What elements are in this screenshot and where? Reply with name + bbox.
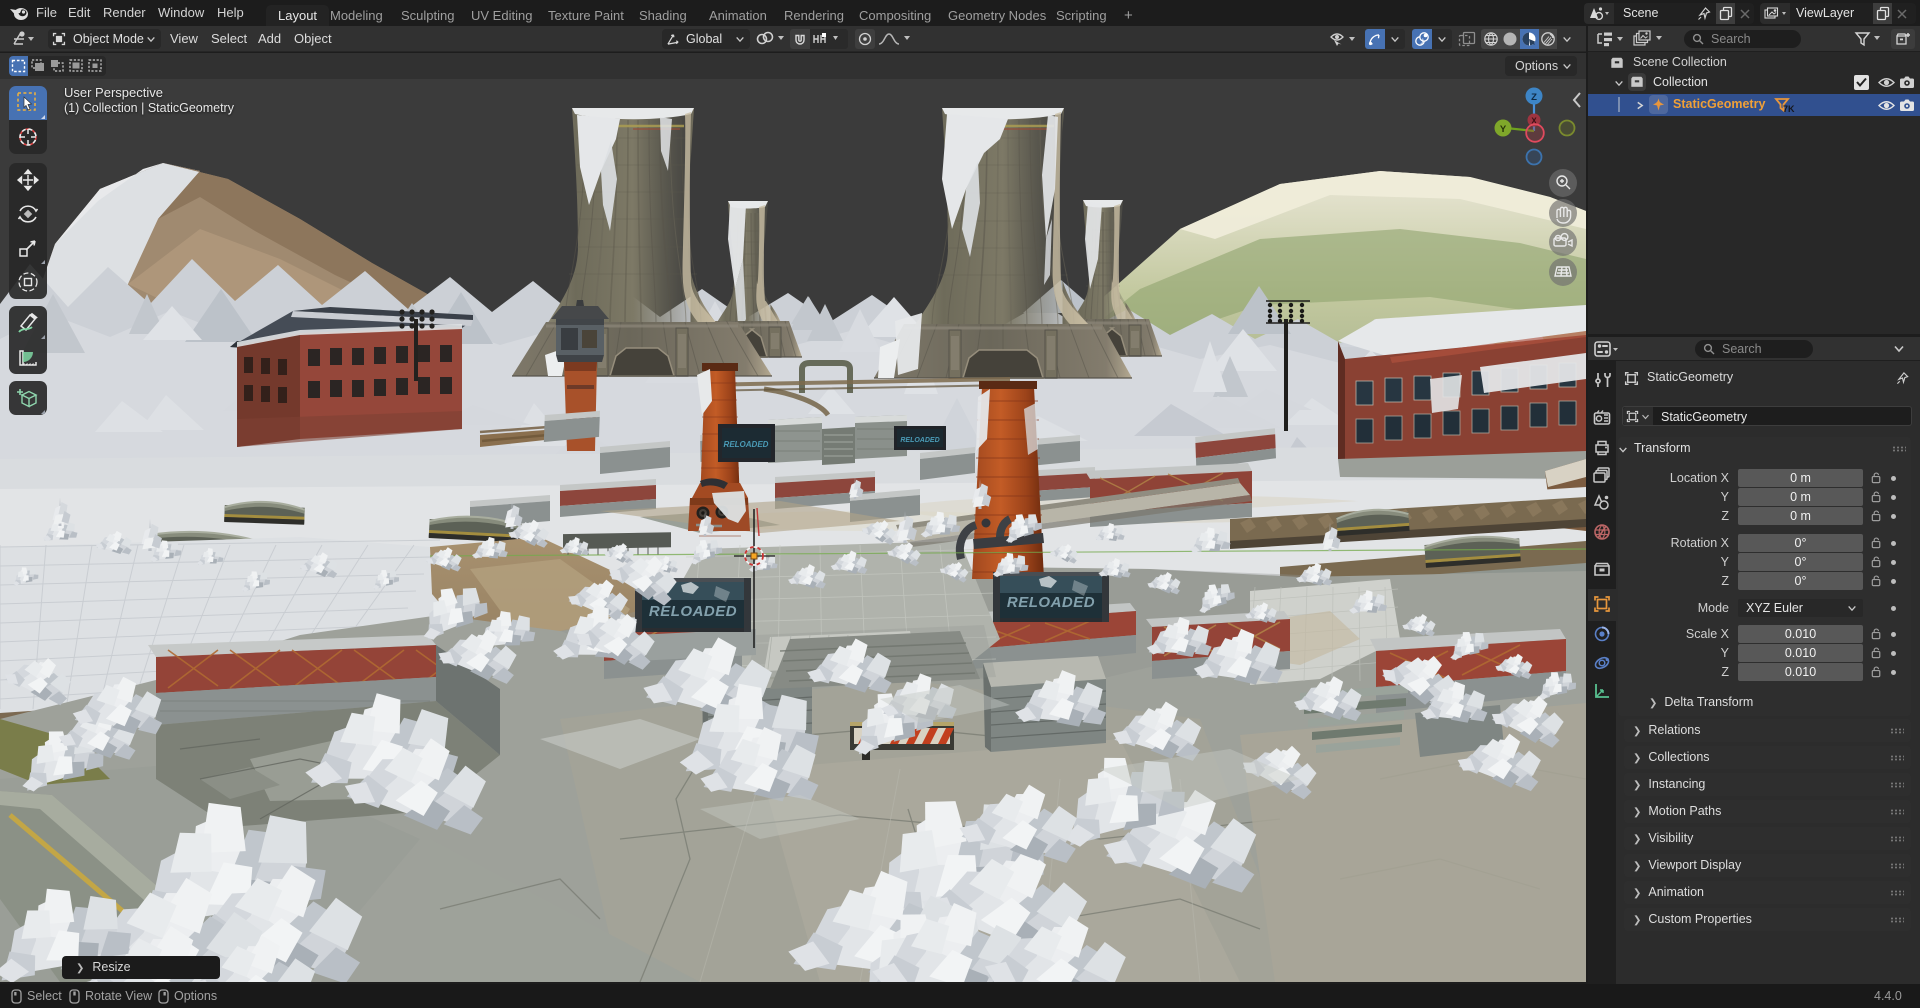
svg-text:Z: Z: [1531, 92, 1537, 103]
svg-text:RELOADED: RELOADED: [724, 440, 769, 449]
svg-text:RELOADED: RELOADED: [900, 437, 939, 444]
svg-text:Y: Y: [1500, 124, 1507, 135]
svg-text:RELOADED: RELOADED: [1007, 594, 1095, 611]
svg-text:7K: 7K: [1783, 104, 1795, 114]
svg-text:RELOADED: RELOADED: [649, 603, 737, 620]
